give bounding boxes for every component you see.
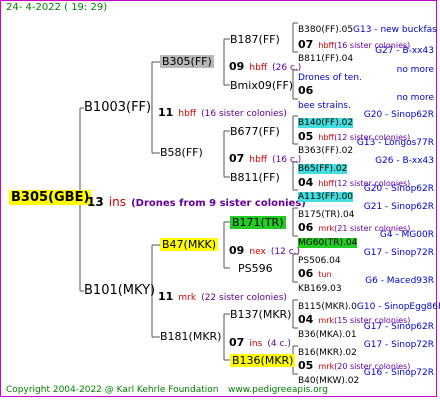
g2-queen-b[interactable]: B58(FF) <box>160 146 203 159</box>
g4-queen[interactable]: B175(TR).04 <box>298 210 354 220</box>
g4-row: B16(MKR).02 G17 - Sinop72R <box>298 340 434 358</box>
g2d-code: ins <box>249 339 263 349</box>
g4-queen[interactable]: B36(MKA).01 <box>298 330 357 340</box>
g2-queen-c[interactable]: B47(MKK) <box>160 238 219 251</box>
g3-queen[interactable]: B811(FF) <box>230 171 280 184</box>
g2b-gen: 07 <box>229 152 245 165</box>
g4-queen[interactable]: A113(FF).00 <box>298 192 354 202</box>
g4-row: B36(MKA).01 G17 - Sinop62R <box>298 322 434 340</box>
g1a-gen-info: 11 hbff (16 sister colonies) <box>158 101 287 120</box>
g3-queen[interactable]: PS596 <box>238 262 273 275</box>
copyright-text: Copyright 2004-2022 @ Karl Kehrle Founda… <box>6 385 219 395</box>
g4-queen[interactable]: B16(MKR).02 <box>298 348 357 358</box>
g4-queen[interactable]: B811(FF).04 <box>298 54 353 64</box>
g2d-gen: 07 <box>229 336 245 349</box>
g2b-gen-info: 07 hbff (16 c.) <box>229 147 301 166</box>
g2d-note: (4 c.) <box>267 339 291 349</box>
g4-row: B65(FF).02 G26 - B-xx43 <box>298 156 434 174</box>
g4-row: Drones of ten. no more <box>298 65 434 83</box>
g1a-gen: 11 <box>158 106 174 119</box>
root-generation-info: 13 ins (Drones from 9 sister colonies) <box>87 191 306 210</box>
g3-queen[interactable]: B136(MKR) <box>230 354 296 367</box>
g1b-gen-info: 11 mrk (22 sister colonies) <box>158 285 287 304</box>
g2a-code: hbff <box>249 63 268 73</box>
g2c-note: (12 c.) <box>270 247 301 257</box>
g4-row: B140(FF).02 G20 - Sinop62R <box>298 110 434 128</box>
g4-row: B115(MKR).0G10 - SinopEgg86R <box>298 302 440 312</box>
g1b-note: (22 sister colonies) <box>201 293 287 303</box>
g4-row: B811(FF).04 G27 - B-xx43 <box>298 46 436 65</box>
g2d-gen-info: 07 ins (4 c.) <box>229 331 291 350</box>
g4-row: B175(TR).04 G21 - Sinop62R <box>298 202 434 220</box>
g2a-gen: 09 <box>229 60 245 73</box>
g4-queen[interactable]: PS506.04 <box>298 256 341 266</box>
g4-queen[interactable]: B115(MKR).0 <box>298 302 357 312</box>
g1-queen-b[interactable]: B101(MKY) <box>84 283 155 298</box>
g1a-note: (16 sister colonies) <box>201 109 287 119</box>
g3-queen[interactable]: B187(FF) <box>230 33 280 46</box>
g4-queen[interactable]: KB169.03 <box>298 284 342 294</box>
g1a-code: hbff <box>178 109 197 119</box>
g4-row: MG60(TR).04 G4 - MG00R <box>298 230 434 248</box>
g2a-gen-info: 09 hbff (26 c.) <box>229 55 301 74</box>
g4-queen[interactable]: B40(MKW).02 <box>298 376 359 386</box>
g4-row: KB169.03 G6 - Maced93R <box>298 276 434 294</box>
g3-queen[interactable]: B677(FF) <box>230 125 280 138</box>
g2a-note: (26 c.) <box>272 63 302 73</box>
g2c-gen: 09 <box>229 244 245 257</box>
g3-queen[interactable]: B137(MKR) <box>230 308 291 321</box>
g4-note: G27 - B-xx43 <box>375 46 434 56</box>
g2-queen-a[interactable]: B305(FF) <box>160 55 214 68</box>
g1b-code: mrk <box>178 293 197 303</box>
root-code: ins <box>108 195 126 209</box>
g4-queen[interactable]: B363(FF).02 <box>298 146 353 156</box>
g4-row: B40(MKW).02 G16 - Sinop72R <box>298 368 434 386</box>
g4-row: B363(FF).02 G13 - Longos77R <box>298 138 434 156</box>
root-note: (Drones from 9 sister colonies) <box>131 198 306 209</box>
g4-queen[interactable]: MG60(TR).04 <box>298 238 358 248</box>
g3-queen[interactable]: B171(TR) <box>230 216 286 229</box>
g4-queen[interactable]: B65(FF).02 <box>298 164 348 174</box>
g1-queen-a[interactable]: B1003(FF) <box>84 100 151 115</box>
report-date: 24- 4-2022 ( 19: 29) <box>6 2 108 13</box>
g2b-code: hbff <box>249 155 268 165</box>
g2c-gen-info: 09 nex (12 c.) <box>229 239 300 258</box>
g4-queen[interactable]: B140(FF).02 <box>298 118 354 128</box>
g2c-code: nex <box>249 247 266 257</box>
g1b-gen: 11 <box>158 290 174 303</box>
g4-queen: Drones of ten. <box>298 73 362 83</box>
g4-row: PS506.04 G17 - Sinop72R <box>298 248 434 266</box>
root-gen: 13 <box>87 195 104 209</box>
g4-row: A113(FF).00 G20 - Sinop62R <box>298 184 434 202</box>
g2-queen-d[interactable]: B181(MKR) <box>160 330 221 343</box>
g3-queen[interactable]: Bmix09(FF) <box>230 79 293 92</box>
g2b-note: (16 c.) <box>272 155 302 165</box>
root-queen[interactable]: B305(GBE) <box>9 190 92 205</box>
